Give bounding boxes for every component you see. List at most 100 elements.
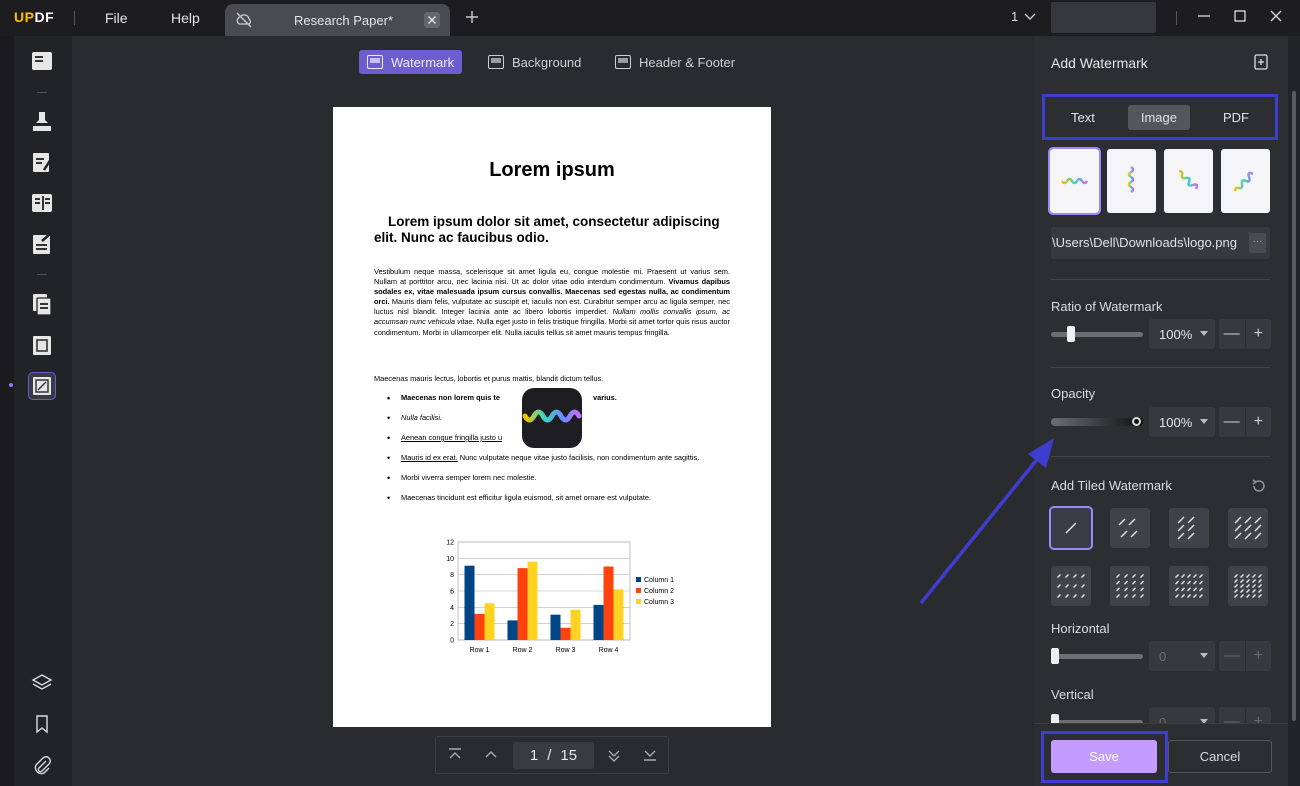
- template-icon[interactable]: [1253, 53, 1269, 71]
- tile-mark: [1253, 580, 1256, 583]
- close-window-icon[interactable]: [1268, 8, 1284, 24]
- legend-swatch: [636, 577, 641, 582]
- opacity-stepper[interactable]: —+: [1219, 407, 1271, 437]
- prev-page-icon[interactable]: [484, 747, 498, 763]
- horizontal-stepper[interactable]: —+: [1219, 641, 1271, 671]
- document-tab[interactable]: Research Paper*: [225, 4, 450, 36]
- sidebar-divider: [37, 92, 47, 93]
- template-vertical[interactable]: [1107, 149, 1156, 213]
- crop-tool-button[interactable]: [29, 332, 55, 358]
- tile-mark: [1125, 575, 1128, 578]
- background-tab-label: Background: [512, 55, 581, 70]
- tile-4x3[interactable]: [1051, 566, 1091, 606]
- tile-mark: [1141, 595, 1144, 598]
- template-horizontal[interactable]: [1050, 149, 1099, 213]
- tile-mark: [1200, 581, 1203, 584]
- watermark-tab[interactable]: Watermark: [359, 50, 462, 74]
- background-tab[interactable]: Background: [480, 50, 589, 74]
- watermark-image[interactable]: [522, 388, 582, 448]
- ratio-select[interactable]: 100%: [1149, 319, 1215, 349]
- horizontal-decrement[interactable]: —: [1219, 641, 1245, 671]
- minimize-icon[interactable]: [1196, 8, 1212, 24]
- image-path-field[interactable]: C:\Users\Dell\Downloads\logo.png ···: [1051, 227, 1270, 259]
- template-diagonal-up[interactable]: [1221, 149, 1270, 213]
- watermark-tab-label: Watermark: [391, 55, 454, 70]
- tile-mark: [1200, 575, 1203, 578]
- tile-5x4[interactable]: [1169, 566, 1209, 606]
- first-page-icon[interactable]: [448, 747, 462, 763]
- y-tick-label: 0: [450, 638, 454, 645]
- logo-wave-icon: [522, 388, 582, 448]
- edit-tool-button[interactable]: [29, 149, 55, 175]
- comment-tool-button[interactable]: [29, 108, 55, 134]
- tab-pdf[interactable]: PDF: [1210, 105, 1262, 130]
- image-path-text: C:\Users\Dell\Downloads\logo.png: [1051, 235, 1237, 250]
- reset-icon[interactable]: [1250, 477, 1268, 495]
- tile-mark: [1247, 595, 1250, 598]
- new-tab-icon[interactable]: [464, 9, 480, 25]
- horizontal-slider[interactable]: [1051, 654, 1143, 659]
- opacity-label: Opacity: [1051, 386, 1095, 401]
- maximize-icon[interactable]: [1232, 8, 1248, 24]
- menu-help[interactable]: Help: [171, 10, 200, 26]
- tab-close-button[interactable]: [424, 12, 440, 28]
- tab-text[interactable]: Text: [1058, 105, 1108, 130]
- tile-mark: [1117, 588, 1120, 591]
- current-page: 1: [530, 747, 538, 764]
- list-item-text: Maecenas non lorem quis te: [401, 393, 500, 402]
- list-item: Morbi viverra semper lorem nec molestie.: [374, 473, 730, 483]
- document-paragraph: Vestibulum neque massa, scelerisque sit …: [374, 267, 730, 338]
- opacity-slider-knob[interactable]: [1132, 417, 1141, 426]
- opacity-increment[interactable]: +: [1245, 407, 1272, 437]
- horizontal-value: 0: [1159, 649, 1166, 664]
- last-page-icon[interactable]: [643, 747, 657, 763]
- menu-file[interactable]: File: [105, 10, 128, 26]
- opacity-slider[interactable]: [1051, 418, 1143, 426]
- watermark-icon: [367, 55, 383, 69]
- tile-5x5[interactable]: [1228, 566, 1268, 606]
- cancel-button[interactable]: Cancel: [1168, 740, 1272, 773]
- tile-2x2[interactable]: [1110, 508, 1150, 548]
- bookmark-button[interactable]: [29, 711, 55, 737]
- bar: [614, 589, 624, 640]
- tile-mark: [1235, 585, 1238, 588]
- chevron-down-icon[interactable]: [1024, 11, 1036, 23]
- scrollbar-thumb[interactable]: [1292, 91, 1296, 721]
- browse-button[interactable]: ···: [1249, 233, 1266, 253]
- horizontal-select[interactable]: 0: [1149, 641, 1215, 671]
- template-diagonal-down[interactable]: [1164, 149, 1213, 213]
- tile-2x3[interactable]: [1169, 508, 1209, 548]
- pdf-page[interactable]: Lorem ipsum Lorem ipsum dolor sit amet, …: [333, 107, 771, 727]
- list-item-text: Nunc vulputate neque vitae justo facilis…: [460, 453, 700, 462]
- tab-image[interactable]: Image: [1128, 105, 1190, 130]
- tile-mark: [1235, 590, 1238, 593]
- ratio-decrement[interactable]: —: [1219, 319, 1245, 349]
- save-button[interactable]: Save: [1051, 740, 1157, 773]
- attachment-button[interactable]: [29, 752, 55, 778]
- header-footer-tab[interactable]: Header & Footer: [607, 50, 743, 74]
- page-tools-button[interactable]: [29, 373, 55, 399]
- x-tick-label: Row 3: [556, 647, 576, 654]
- form-tool-button[interactable]: [29, 231, 55, 257]
- ratio-slider-knob[interactable]: [1067, 326, 1075, 342]
- reader-tool-button[interactable]: [29, 48, 55, 74]
- organize-tool-button[interactable]: [29, 190, 55, 216]
- tile-mark: [1176, 588, 1179, 591]
- ratio-increment[interactable]: +: [1245, 319, 1272, 349]
- opacity-decrement[interactable]: —: [1219, 407, 1245, 437]
- panel-scrollbar[interactable]: [1288, 36, 1300, 786]
- horizontal-increment[interactable]: +: [1245, 641, 1272, 671]
- account-area[interactable]: [1051, 2, 1156, 33]
- ratio-stepper[interactable]: —+: [1219, 319, 1271, 349]
- page-number-input[interactable]: 1 / 15: [513, 742, 594, 769]
- tile-3x3[interactable]: [1228, 508, 1268, 548]
- bar: [594, 605, 604, 640]
- horizontal-slider-knob[interactable]: [1051, 648, 1059, 664]
- next-page-icon[interactable]: [607, 747, 621, 763]
- ratio-slider[interactable]: [1051, 332, 1143, 337]
- convert-tool-button[interactable]: [29, 291, 55, 317]
- opacity-select[interactable]: 100%: [1149, 407, 1215, 437]
- tile-4x4[interactable]: [1110, 566, 1150, 606]
- tile-single[interactable]: [1051, 508, 1091, 548]
- layers-button[interactable]: [29, 670, 55, 696]
